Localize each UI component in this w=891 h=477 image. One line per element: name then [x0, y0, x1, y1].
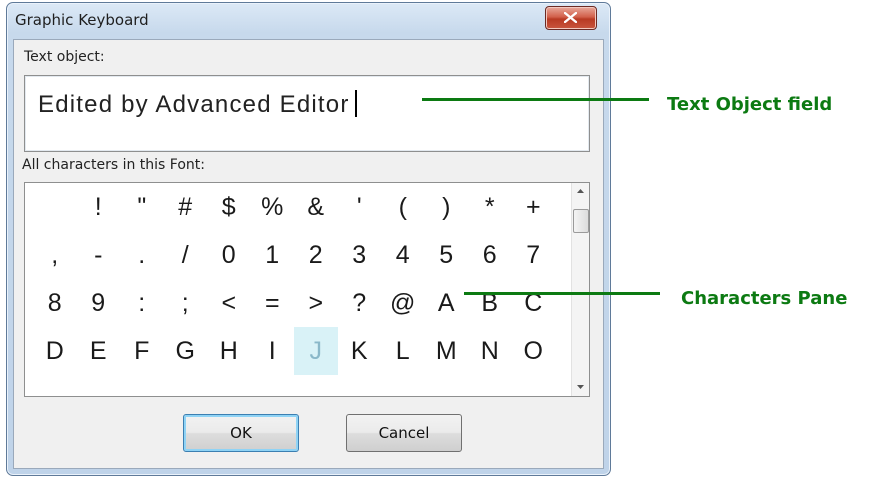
dialog-body: Text object: Edited by Advanced Editor A… — [13, 39, 604, 469]
char-cell[interactable]: A — [425, 279, 469, 327]
char-cell[interactable]: L — [381, 327, 425, 375]
window-title: Graphic Keyboard — [15, 11, 149, 29]
char-cell[interactable] — [33, 183, 77, 231]
graphic-keyboard-dialog: Graphic Keyboard Text object: Edited by … — [6, 2, 611, 476]
char-cell[interactable]: . — [120, 231, 164, 279]
characters-grid: ! " # $% & '() * +, -./0 1 2 3 4 5 6 7 8 9:; < = >? @ A B C D E F G H… — [33, 183, 557, 375]
text-object-field[interactable]: Edited by Advanced Editor — [24, 75, 590, 152]
char-cell[interactable]: B — [468, 279, 512, 327]
scroll-thumb[interactable] — [573, 209, 589, 233]
char-cell[interactable]: = — [251, 279, 295, 327]
char-cell[interactable]: 8 — [33, 279, 77, 327]
char-cell[interactable]: # — [164, 183, 208, 231]
char-cell[interactable]: ) — [425, 183, 469, 231]
characters-pane[interactable]: ! " # $% & '() * +, -./0 1 2 3 4 5 6 7 8 9:; < = >? @ A B C D E F G H… — [24, 182, 590, 397]
scroll-down-button[interactable] — [572, 379, 589, 396]
char-cell[interactable]: D — [33, 327, 77, 375]
title-bar[interactable]: Graphic Keyboard — [7, 3, 610, 39]
cancel-button[interactable]: Cancel — [346, 414, 462, 452]
char-cell[interactable]: M — [425, 327, 469, 375]
text-caret — [354, 90, 357, 117]
char-cell[interactable]: * — [468, 183, 512, 231]
scroll-up-icon — [577, 189, 584, 193]
char-cell[interactable]: F — [120, 327, 164, 375]
text-object-value: Edited by Advanced Editor — [38, 91, 350, 118]
char-cell[interactable]: H — [207, 327, 251, 375]
char-cell[interactable]: ? — [338, 279, 382, 327]
char-cell[interactable]: 0 — [207, 231, 251, 279]
char-cell[interactable]: < — [207, 279, 251, 327]
char-cell[interactable]: / — [164, 231, 208, 279]
char-cell[interactable]: N — [468, 327, 512, 375]
char-cell[interactable]: 4 — [381, 231, 425, 279]
text-object-label: Text object: — [24, 49, 105, 65]
char-cell[interactable]: 5 — [425, 231, 469, 279]
char-cell[interactable]: % — [251, 183, 295, 231]
char-cell[interactable]: > — [294, 279, 338, 327]
close-icon — [564, 12, 577, 23]
char-cell[interactable]: 2 — [294, 231, 338, 279]
char-cell[interactable]: $ — [207, 183, 251, 231]
char-cell[interactable]: 3 — [338, 231, 382, 279]
char-cell[interactable]: 1 — [251, 231, 295, 279]
char-cell[interactable]: C — [512, 279, 556, 327]
ok-button[interactable]: OK — [183, 414, 299, 452]
char-cell[interactable]: 9 — [77, 279, 121, 327]
text-object-callout-line — [422, 98, 649, 101]
char-cell[interactable]: 6 — [468, 231, 512, 279]
char-cell[interactable]: + — [512, 183, 556, 231]
char-cell[interactable]: E — [77, 327, 121, 375]
char-cell[interactable]: @ — [381, 279, 425, 327]
char-cell[interactable]: K — [338, 327, 382, 375]
char-cell[interactable]: " — [120, 183, 164, 231]
close-button[interactable] — [545, 6, 597, 30]
char-cell[interactable]: G — [164, 327, 208, 375]
scroll-up-button[interactable] — [572, 183, 589, 200]
char-cell[interactable]: & — [294, 183, 338, 231]
char-cell[interactable]: 7 — [512, 231, 556, 279]
scroll-down-icon — [577, 385, 584, 389]
char-cell[interactable]: O — [512, 327, 556, 375]
characters-label: All characters in this Font: — [22, 157, 205, 173]
char-cell[interactable]: , — [33, 231, 77, 279]
char-cell[interactable]: ! — [77, 183, 121, 231]
text-object-field-annotation: Text Object field — [667, 94, 833, 115]
char-cell[interactable]: ' — [338, 183, 382, 231]
vertical-scrollbar[interactable] — [571, 183, 589, 396]
characters-pane-callout-line — [464, 292, 660, 295]
char-cell[interactable]: I — [251, 327, 295, 375]
char-cell[interactable]: ( — [381, 183, 425, 231]
characters-pane-annotation: Characters Pane — [681, 288, 848, 309]
char-cell[interactable]: : — [120, 279, 164, 327]
char-cell[interactable]: J — [294, 327, 338, 375]
char-cell[interactable]: ; — [164, 279, 208, 327]
char-cell[interactable]: - — [77, 231, 121, 279]
